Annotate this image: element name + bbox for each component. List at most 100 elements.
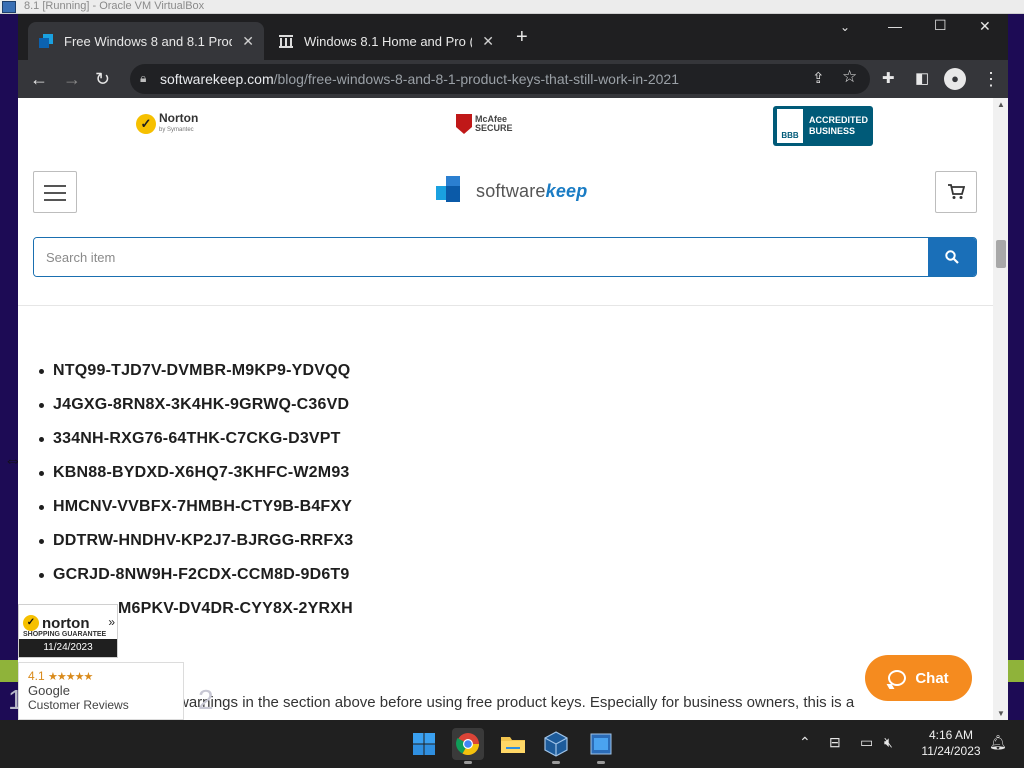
- system-clock[interactable]: 4:16 AM 11/24/2023: [916, 727, 986, 759]
- product-key-item: KBN88-BYDXD-X6HQ7-3KHFC-W2M93: [38, 464, 353, 498]
- chrome-icon: [456, 733, 479, 755]
- clock-date: 11/24/2023: [921, 744, 981, 758]
- maximize-icon[interactable]: ☐: [934, 17, 947, 34]
- chat-button[interactable]: Chat: [865, 655, 972, 701]
- norton-check-icon: ✓: [23, 615, 39, 631]
- ghost-digit-2: 2: [198, 684, 214, 715]
- site-header: softwarekeep: [18, 156, 993, 306]
- product-key-item: DDTRW-HNDHV-KP2J7-BJRGG-RRFX3: [38, 532, 353, 566]
- file-explorer-icon: [501, 737, 525, 753]
- desktop-stripe: [1008, 660, 1024, 682]
- cart-button[interactable]: [935, 171, 977, 213]
- close-tab-icon[interactable]: ✕: [242, 33, 254, 50]
- product-key-item: HMCNV-VVBFX-7HMBH-CTY9B-B4FXY: [38, 498, 353, 532]
- taskbar-chrome-button[interactable]: [452, 728, 484, 764]
- taskbar: ⌃ ⊟ ▭ 🔇︎ 4:16 AM 11/24/2023 🔔︎: [0, 720, 1024, 768]
- search-input[interactable]: [34, 238, 929, 276]
- scroll-up-icon[interactable]: ▲: [997, 100, 1005, 109]
- expand-chevron-icon[interactable]: »: [108, 615, 115, 629]
- close-tab-icon[interactable]: ✕: [482, 33, 494, 50]
- product-key-item: NTQ99-TJD7V-DVMBR-M9KP9-YDVQQ: [38, 362, 353, 396]
- softwarekeep-favicon: [39, 34, 53, 48]
- norton-badge-text: Norton: [159, 111, 199, 125]
- norton-badge: ✓ Norton by Symantec: [136, 112, 198, 136]
- bookmark-star-icon[interactable]: ☆: [842, 67, 857, 87]
- taskbar-vm-window-button[interactable]: [585, 728, 617, 764]
- taskbar-virtualbox-button[interactable]: [540, 728, 572, 764]
- minimize-icon[interactable]: —: [888, 18, 902, 34]
- norton-shopping-guarantee-widget[interactable]: ✓ norton SHOPPING GUARANTEE » 11/24/2023: [18, 604, 118, 658]
- norton-widget-brand: norton: [42, 614, 90, 632]
- clock-time: 4:16 AM: [928, 728, 974, 742]
- rating-value: 4.1: [28, 669, 45, 683]
- address-bar[interactable]: 🔒︎ softwarekeep.com/blog/free-windows-8-…: [130, 64, 870, 94]
- product-key-list: NTQ99-TJD7V-DVMBR-M9KP9-YDVQQ J4GXG-8RN8…: [38, 362, 353, 634]
- softwarekeep-logo[interactable]: softwarekeep: [436, 176, 587, 206]
- softwarekeep-logo-icon: [436, 176, 466, 206]
- tab-free-windows-keys[interactable]: Free Windows 8 and 8.1 Product ✕: [28, 22, 264, 60]
- brand-suffix: keep: [545, 180, 588, 201]
- start-icon: [413, 733, 435, 755]
- tab-search-chevron-icon[interactable]: ⌄: [840, 20, 850, 34]
- share-icon[interactable]: ⇪: [812, 69, 825, 87]
- mcafee-shield-icon: [456, 114, 472, 134]
- bbb-line1: ACCREDITED: [809, 115, 869, 125]
- new-tab-button[interactable]: +: [516, 26, 528, 49]
- vertical-scrollbar[interactable]: ▲ ▼: [993, 98, 1008, 720]
- profile-avatar-icon[interactable]: ●: [944, 68, 966, 90]
- virtualbox-icon: [544, 731, 568, 757]
- google-reviews-widget[interactable]: 4.1 ★★★★★ Google Customer Reviews: [18, 662, 184, 720]
- product-key-item: 334NH-RXG76-64THK-C7CKG-D3VPT: [38, 430, 353, 464]
- cart-icon: [948, 184, 966, 199]
- check-icon: ✓: [136, 114, 156, 134]
- menu-hamburger-button[interactable]: [33, 171, 77, 213]
- search-bar: [33, 237, 977, 277]
- lock-icon[interactable]: 🔒︎: [140, 71, 146, 86]
- tab-title: Free Windows 8 and 8.1 Product: [64, 33, 232, 49]
- url-text[interactable]: softwarekeep.com/blog/free-windows-8-and…: [160, 71, 679, 87]
- extensions-puzzle-icon[interactable]: ✚: [882, 68, 895, 90]
- mcafee-badge: McAfee SECURE: [456, 114, 513, 134]
- page-viewport: ✓ Norton by Symantec McAfee SECURE BBB ACC…: [18, 98, 993, 720]
- back-icon[interactable]: ←: [30, 68, 48, 90]
- brand-prefix: software: [476, 180, 546, 201]
- notification-bell-icon[interactable]: 🔔︎: [989, 734, 1007, 751]
- bbb-line2: BUSINESS: [809, 126, 856, 136]
- show-hidden-icons-chevron-icon[interactable]: ⌃: [799, 734, 811, 751]
- reload-icon[interactable]: ↻: [95, 68, 110, 90]
- url-host: softwarekeep.com: [160, 71, 274, 87]
- scroll-down-icon[interactable]: ▼: [997, 709, 1005, 718]
- chrome-menu-icon[interactable]: ⋮: [982, 68, 1000, 90]
- url-path: /blog/free-windows-8-and-8-1-product-key…: [273, 71, 679, 87]
- vm-window-icon: [590, 733, 612, 755]
- scrollbar-thumb[interactable]: [996, 240, 1006, 268]
- search-button[interactable]: [928, 238, 976, 276]
- bbb-badge[interactable]: BBB ACCREDITED BUSINESS: [773, 106, 873, 146]
- trust-badges-bar: ✓ Norton by Symantec McAfee SECURE BBB ACC…: [18, 98, 993, 156]
- star-rating-icon: ★★★★★: [48, 671, 93, 683]
- product-key-item: J4GXG-8RN8X-3K4HK-9GRWQ-C36VD: [38, 396, 353, 430]
- desktop-stripe: [0, 660, 18, 682]
- mcafee-badge-line2: SECURE: [475, 123, 513, 133]
- close-window-icon[interactable]: ✕: [979, 18, 991, 35]
- taskbar-explorer-button[interactable]: [497, 728, 529, 760]
- google-reviews-brand: Google: [28, 683, 70, 698]
- norton-badge-sub: by Symantec: [159, 127, 194, 133]
- display-icon[interactable]: ▭: [860, 734, 873, 751]
- chat-label: Chat: [915, 669, 949, 687]
- network-icon[interactable]: ⊟: [829, 734, 841, 751]
- host-titlebar: 8.1 [Running] - Oracle VM VirtualBox: [0, 0, 1024, 14]
- tab-title: Windows 8.1 Home and Pro (x86: [304, 33, 472, 49]
- tab-windows-81-archive[interactable]: Windows 8.1 Home and Pro (x86 ✕: [268, 22, 504, 60]
- forward-icon[interactable]: →: [63, 68, 81, 90]
- side-panel-icon[interactable]: ◧: [915, 68, 929, 90]
- tab-strip: Free Windows 8 and 8.1 Product ✕ Windows…: [18, 14, 1008, 60]
- vm-desktop-left: 1: [0, 14, 24, 720]
- archive-favicon: [279, 35, 293, 48]
- chrome-window: Free Windows 8 and 8.1 Product ✕ Windows…: [18, 14, 1008, 720]
- start-button[interactable]: [408, 728, 440, 760]
- host-window-title: 8.1 [Running] - Oracle VM VirtualBox: [24, 0, 205, 12]
- vm-desktop-right: [1008, 14, 1024, 720]
- volume-muted-icon[interactable]: 🔇︎: [884, 734, 893, 751]
- norton-widget-date: 11/24/2023: [19, 639, 117, 657]
